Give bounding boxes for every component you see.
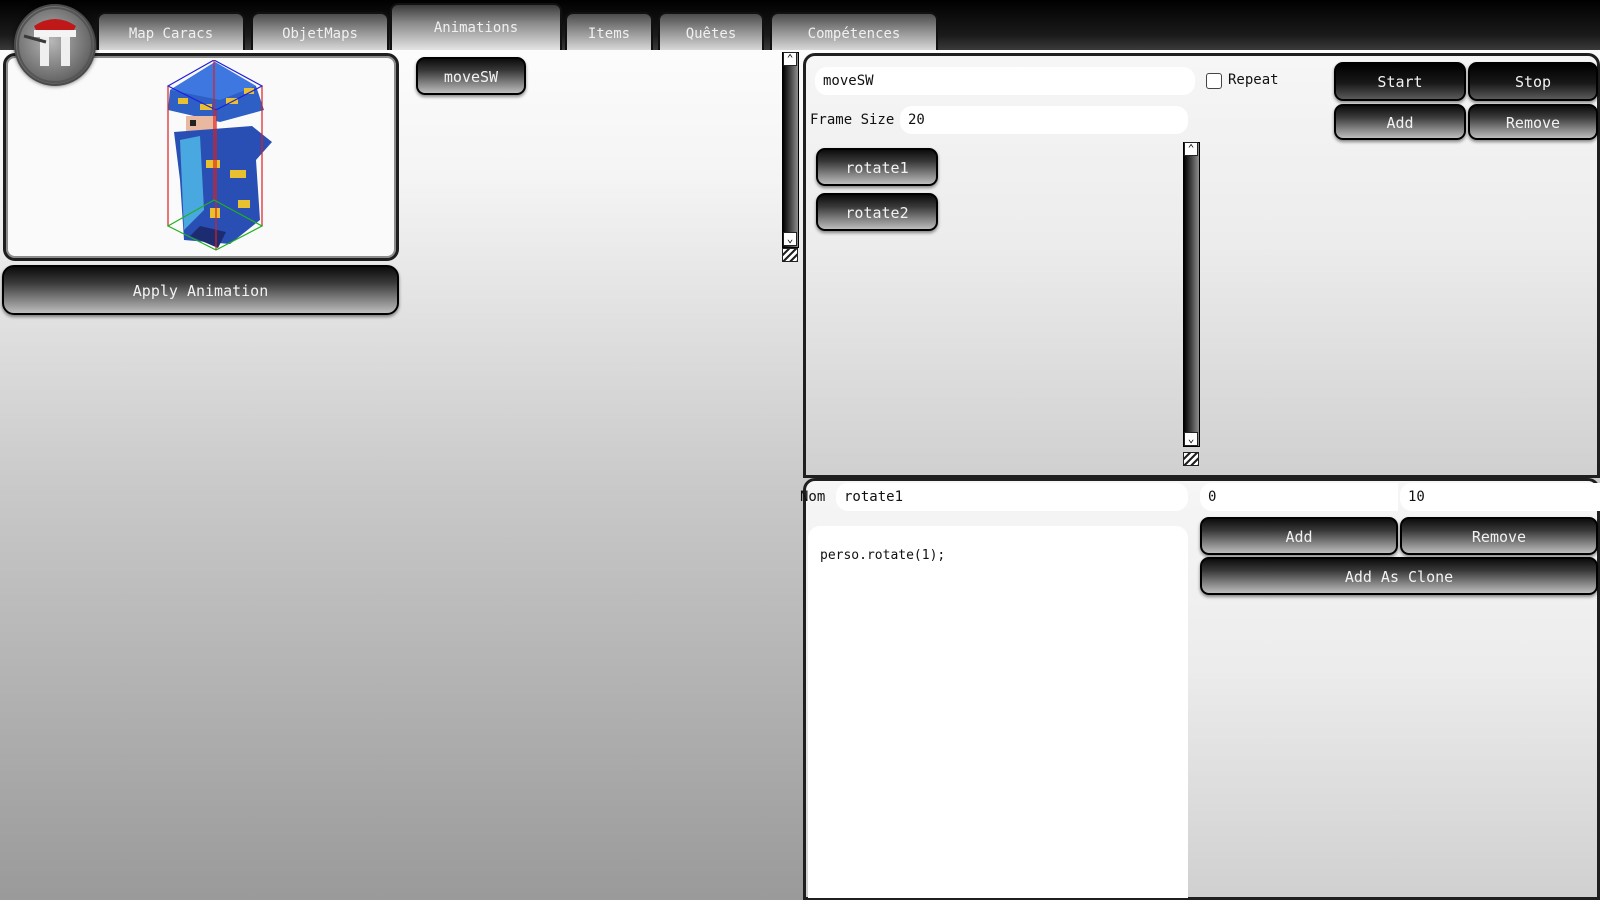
frame-duration-input[interactable] [1400,483,1600,511]
frame-item-rotate1[interactable]: rotate1 [816,148,938,186]
animation-name-input[interactable] [815,67,1195,95]
tab-items[interactable]: Items [565,12,653,50]
repeat-label: Repeat [1228,72,1279,88]
character-sprite-graphic [166,59,272,251]
crest-logo-graphic [17,7,93,83]
resize-grip-icon[interactable] [782,248,798,262]
animations-list-scrollbar[interactable] [782,52,799,248]
crest-logo-icon [14,4,96,86]
frame-name-label: Nom [800,489,826,505]
remove-animation-button[interactable]: Remove [1468,104,1598,140]
frame-item-rotate2[interactable]: rotate2 [816,193,938,231]
resize-grip-icon[interactable] [1183,452,1199,466]
apply-animation-button[interactable]: Apply Animation [2,265,399,315]
frame-size-input[interactable] [900,106,1188,134]
add-as-clone-button[interactable]: Add As Clone [1200,557,1598,595]
chevron-up-icon[interactable]: ⌃ [783,52,797,66]
animation-item-movesw[interactable]: moveSW [416,57,526,95]
remove-frame-button[interactable]: Remove [1400,517,1598,555]
tab-objetmaps[interactable]: ObjetMaps [251,12,389,50]
frame-code-text[interactable]: perso.rotate(1); [820,548,945,563]
tab-animations[interactable]: Animations [390,3,562,50]
frame-size-label: Frame Size [810,112,895,128]
tab-competences[interactable]: Compétences [770,12,938,50]
frames-list-scrollbar[interactable] [1183,142,1200,447]
start-button[interactable]: Start [1334,62,1466,101]
stop-button[interactable]: Stop [1468,62,1598,101]
character-sprite [160,59,282,252]
chevron-down-icon[interactable]: ⌄ [1184,432,1198,446]
frame-code-editor[interactable]: perso.rotate(1); [808,526,1188,898]
chevron-down-icon[interactable]: ⌄ [783,232,797,246]
frame-name-input[interactable] [836,483,1188,511]
tab-map-caracs[interactable]: Map Caracs [97,12,245,50]
add-animation-button[interactable]: Add [1334,104,1466,140]
add-frame-button[interactable]: Add [1200,517,1398,555]
repeat-checkbox[interactable] [1206,73,1222,89]
frame-start-input[interactable] [1200,483,1398,511]
chevron-up-icon[interactable]: ⌃ [1184,142,1198,156]
tab-quetes[interactable]: Quêtes [658,12,764,50]
